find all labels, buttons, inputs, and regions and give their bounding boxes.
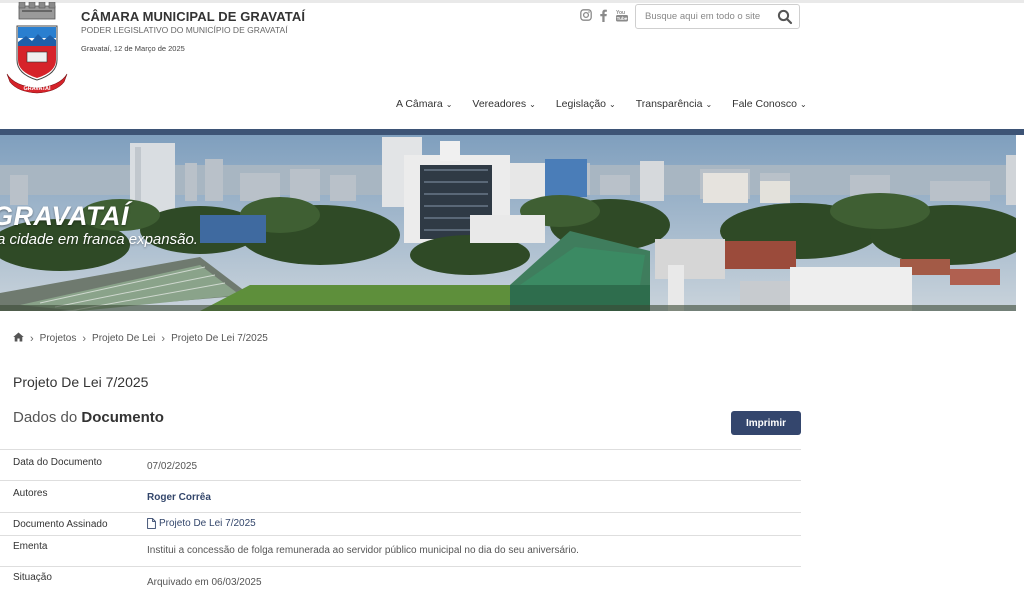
main-nav: A Câmara ⌄ Vereadores ⌄ Legislação ⌄ Transp… [396,98,827,110]
logo-ribbon-text: GRAVATAÍ [23,84,51,92]
coat-of-arms-logo[interactable]: GRAVATAÍ [4,1,70,94]
banner-slogan: a cidade em franca expansão. [0,231,198,248]
site-title[interactable]: CÂMARA MUNICIPAL DE GRAVATAÍ [81,9,305,24]
chevron-down-icon: ⌄ [529,99,536,109]
row-label: Ementa [13,541,48,552]
current-date: Gravataí, 12 de Março de 2025 [81,44,185,53]
chevron-down-icon: ⌄ [799,99,807,109]
nav-label: Vereadores [472,98,527,110]
chevron-down-icon: ⌄ [705,99,713,109]
city-skyline-image [0,135,1016,311]
page-title: Projeto De Lei 7/2025 [13,374,149,390]
row-value-date: 07/02/2025 [147,461,198,472]
section-title-prefix: Dados do [13,409,78,426]
chevron-down-icon: ⌄ [445,99,453,109]
row-label: Data do Documento [13,457,102,468]
search-button[interactable] [777,9,793,25]
nav-legislacao[interactable]: Legislação ⌄ [556,98,616,110]
nav-vereadores[interactable]: Vereadores ⌄ [472,98,535,110]
nav-a-camara[interactable]: A Câmara ⌄ [396,98,452,110]
document-icon [147,518,156,529]
nav-label: Transparência [635,98,703,110]
svg-text:Tube: Tube [616,16,627,21]
nav-label: Fale Conosco [732,98,797,110]
chevron-down-icon: ⌄ [609,99,616,109]
signed-document-link[interactable]: Projeto De Lei 7/2025 [147,518,256,529]
signed-document-label: Projeto De Lei 7/2025 [159,518,256,529]
row-value-author[interactable]: Roger Corrêa [147,492,211,503]
search-icon [777,9,793,25]
row-label: Documento Assinado [13,519,108,530]
chevron-right-icon: › [82,332,87,345]
breadcrumb: › Projetos › Projeto De Lei › Projeto De… [13,332,268,345]
chevron-right-icon: › [161,332,166,345]
row-value-status: Arquivado em 06/03/2025 [147,577,262,588]
breadcrumb-projetos[interactable]: Projetos [40,333,77,344]
search-input[interactable] [636,5,774,28]
breadcrumb-current[interactable]: Projeto De Lei 7/2025 [171,333,268,344]
table-row: Autores Roger Corrêa [0,480,801,512]
instagram-icon[interactable] [579,8,592,22]
home-icon[interactable] [13,332,24,345]
banner-title: GRAVATAÍ [0,201,129,231]
nav-label: Legislação [555,98,607,110]
top-line [0,0,1024,3]
row-label: Situação [13,572,52,583]
chevron-right-icon: › [30,332,34,345]
section-title: Dados do Documento [13,409,164,426]
nav-transparencia[interactable]: Transparência ⌄ [636,98,712,110]
site-subtitle: PODER LEGISLATIVO DO MUNICÍPIO DE GRAVAT… [81,25,288,35]
table-row: Documento Assinado Projeto De Lei 7/2025 [0,512,801,535]
nav-fale-conosco[interactable]: Fale Conosco ⌄ [732,98,807,110]
city-banner: GRAVATAÍ a cidade em franca expansão. [0,135,1016,311]
row-label: Autores [13,488,48,499]
youtube-icon[interactable]: You Tube [615,8,628,22]
table-row: Situação Arquivado em 06/03/2025 [0,566,801,597]
row-value-ementa: Institui a concessão de folga remunerada… [147,545,579,556]
facebook-icon[interactable] [598,8,608,22]
table-row: Data do Documento 07/02/2025 [0,449,801,480]
nav-label: A Câmara [396,98,443,110]
print-button[interactable]: Imprimir [731,411,801,435]
table-row: Ementa Institui a concessão de folga rem… [0,535,801,566]
section-title-bold: Documento [81,409,164,426]
search-box [635,4,800,29]
breadcrumb-projeto-de-lei[interactable]: Projeto De Lei [92,333,155,344]
